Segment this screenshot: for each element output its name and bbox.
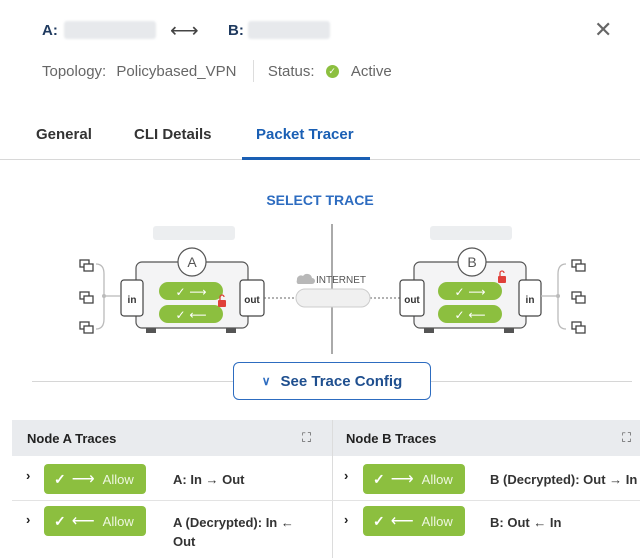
trace-label: B (Decrypted): Out → In bbox=[490, 472, 638, 487]
check-icon: ✓ bbox=[54, 512, 66, 529]
tab-bar: General CLI Details Packet Tracer bbox=[0, 124, 640, 160]
node-a-gateway: A in out ✓ ⟶ ✓ ⟵ bbox=[120, 247, 265, 333]
svg-text:✓ ⟵: ✓ ⟵ bbox=[454, 308, 485, 322]
arrow-right-icon: ⟶ bbox=[390, 471, 414, 488]
allow-label: Allow bbox=[421, 513, 453, 529]
trace-label: A (Decrypted): In ← Out bbox=[173, 515, 294, 549]
allow-label: Allow bbox=[421, 471, 453, 487]
trace-label: A: In → Out bbox=[173, 472, 245, 487]
meta-divider bbox=[252, 60, 254, 82]
node-a-out-port: out bbox=[244, 295, 260, 306]
expand-icon[interactable]: ⛶ bbox=[302, 430, 311, 446]
traces-header: Node A Traces ⛶ Node B Traces ⛶ bbox=[12, 420, 640, 456]
endpoint-a-label: A: bbox=[42, 22, 58, 39]
topology-label: Topology: bbox=[42, 62, 107, 80]
internet-link: INTERNET bbox=[264, 273, 400, 308]
svg-text:✓ ⟶: ✓ ⟶ bbox=[175, 285, 206, 299]
internet-label: INTERNET bbox=[316, 275, 366, 286]
node-a-host-icons bbox=[79, 259, 120, 334]
node-b-out-port: out bbox=[404, 295, 420, 306]
expand-row-chevron-icon[interactable]: › bbox=[26, 468, 30, 483]
bidirectional-arrow-icon: ⟷ bbox=[170, 20, 199, 42]
arrow-left-icon: ⟵ bbox=[71, 513, 95, 530]
allow-label: Allow bbox=[102, 471, 134, 487]
node-b-gateway: B out in ✓ ⟶ ✓ ⟵ bbox=[399, 247, 542, 333]
trace-label: B: Out ← In bbox=[490, 515, 562, 530]
vpn-topology-diagram: A in out ✓ ⟶ ✓ ⟵ INTERNET B out in ✓ ⟶ ✓… bbox=[79, 224, 586, 354]
check-icon: ✓ bbox=[373, 470, 385, 487]
expand-row-chevron-icon[interactable]: › bbox=[344, 512, 348, 527]
node-a-traces-title: Node A Traces bbox=[27, 431, 117, 446]
expand-row-chevron-icon[interactable]: › bbox=[26, 512, 30, 527]
status-check-icon: ✓ bbox=[325, 64, 339, 78]
node-a-name-redacted bbox=[153, 226, 235, 240]
endpoint-b-label: B: bbox=[228, 22, 244, 39]
select-trace-title: SELECT TRACE bbox=[266, 192, 374, 208]
node-b-in-port: in bbox=[526, 295, 535, 306]
endpoint-a-value-redacted bbox=[64, 21, 156, 39]
arrow-left-icon: ⟵ bbox=[390, 513, 414, 530]
column-divider bbox=[332, 420, 333, 558]
expand-row-chevron-icon[interactable]: › bbox=[344, 468, 348, 483]
allow-trace-button[interactable]: ✓ ⟵ Allow bbox=[44, 506, 146, 536]
active-tab-indicator bbox=[242, 157, 370, 160]
allow-trace-button[interactable]: ✓ ⟶ Allow bbox=[363, 464, 465, 494]
arrow-right-icon: ⟶ bbox=[71, 471, 95, 488]
svg-text:✓ ⟶: ✓ ⟶ bbox=[454, 285, 485, 299]
row-divider bbox=[12, 500, 640, 501]
traces-panel: Node A Traces ⛶ Node B Traces ⛶ › ✓ ⟶ Al… bbox=[12, 420, 640, 558]
check-icon: ✓ bbox=[373, 512, 385, 529]
chevron-down-icon: ∨ bbox=[261, 374, 271, 388]
status-label: Status: bbox=[267, 62, 315, 80]
check-icon: ✓ bbox=[54, 470, 66, 487]
svg-text:✓ ⟵: ✓ ⟵ bbox=[175, 308, 206, 322]
tunnel-meta: Topology: Policybased_VPN Status: ✓ Acti… bbox=[42, 60, 392, 82]
node-a-lock-icon bbox=[218, 300, 226, 307]
node-b-name-redacted bbox=[430, 226, 512, 240]
endpoint-b-value-redacted bbox=[248, 21, 330, 39]
cloud-icon bbox=[296, 273, 315, 284]
endpoint-header: A: ⟷ B: ✕ bbox=[42, 17, 622, 48]
allow-trace-button[interactable]: ✓ ⟶ Allow bbox=[44, 464, 146, 494]
tab-cli-details[interactable]: CLI Details bbox=[134, 126, 212, 143]
allow-trace-button[interactable]: ✓ ⟵ Allow bbox=[363, 506, 465, 536]
node-b-lock-icon bbox=[498, 276, 506, 283]
tab-general[interactable]: General bbox=[36, 126, 92, 143]
node-b-traces-title: Node B Traces bbox=[346, 431, 437, 446]
allow-label: Allow bbox=[102, 513, 134, 529]
node-b-letter: B bbox=[467, 254, 476, 270]
close-icon[interactable]: ✕ bbox=[594, 17, 612, 43]
node-a-letter: A bbox=[187, 254, 197, 270]
expand-icon[interactable]: ⛶ bbox=[622, 430, 631, 446]
topology-value: Policybased_VPN bbox=[116, 62, 237, 80]
tab-packet-tracer[interactable]: Packet Tracer bbox=[256, 126, 354, 143]
see-trace-config-button[interactable]: ∨ See Trace Config bbox=[233, 362, 431, 400]
see-trace-config-label: See Trace Config bbox=[280, 372, 403, 390]
status-value: Active bbox=[350, 62, 392, 80]
node-a-in-port: in bbox=[128, 295, 137, 306]
node-b-host-icons bbox=[541, 259, 586, 334]
